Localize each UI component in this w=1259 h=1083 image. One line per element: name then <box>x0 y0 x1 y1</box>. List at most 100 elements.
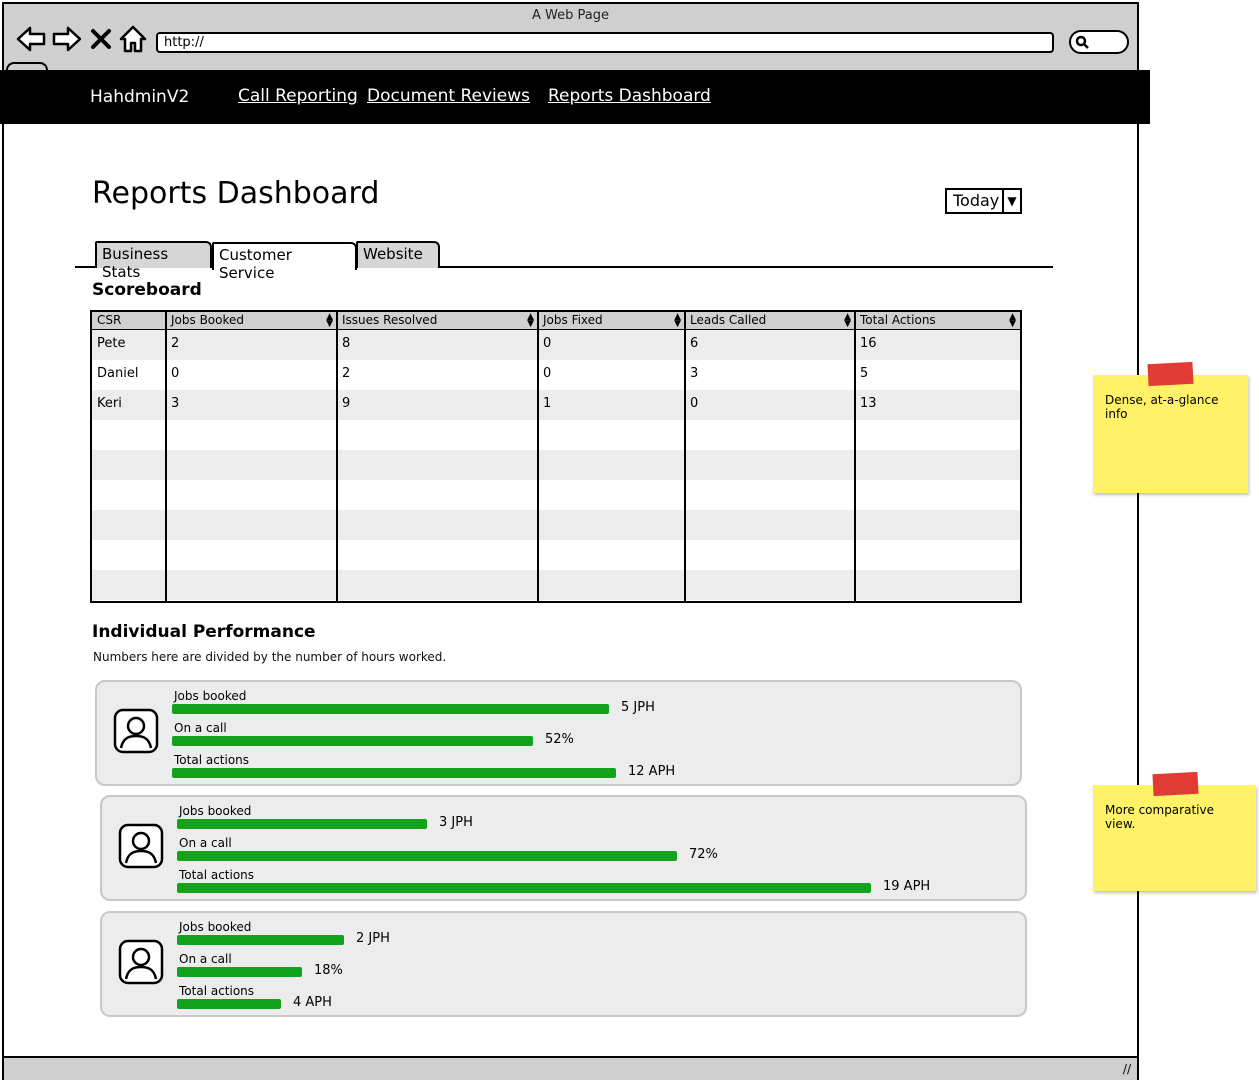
bar-on-a-call <box>177 967 302 977</box>
metric-label-on-a-call: On a call <box>174 721 227 735</box>
user-avatar-icon <box>118 823 164 869</box>
bar-total-actions <box>172 768 616 778</box>
performance-note: Numbers here are divided by the number o… <box>93 650 447 664</box>
stop-x-icon[interactable] <box>88 22 114 56</box>
browser-titlebar: A Web Page http:// <box>4 4 1137 74</box>
value-total-actions: 4 APH <box>293 995 332 1010</box>
performance-card: Jobs booked 2 JPH On a call 18% Total ac… <box>100 911 1027 1017</box>
individual-performance-heading: Individual Performance <box>92 622 316 642</box>
table-row-empty <box>92 450 1020 480</box>
tab-customer-service[interactable]: Customer Service <box>212 242 357 282</box>
column-header-leads-called[interactable]: Leads Called ▲ ▼ <box>685 312 855 330</box>
status-bar: // <box>4 1056 1137 1080</box>
cell-total-actions: 16 <box>860 336 877 351</box>
metric-label-on-a-call: On a call <box>179 952 232 966</box>
metric-label-total-actions: Total actions <box>179 984 255 998</box>
metric-label-jobs-booked: Jobs booked <box>179 920 252 934</box>
value-jobs-booked: 5 JPH <box>621 700 655 715</box>
column-divider <box>684 312 686 601</box>
metric-label-on-a-call: On a call <box>179 836 232 850</box>
home-icon[interactable] <box>116 22 150 56</box>
performance-card: Jobs booked 5 JPH On a call 52% Total ac… <box>95 680 1022 786</box>
date-range-select[interactable]: Today ▼ <box>945 188 1022 214</box>
sort-icon: ▲ ▼ <box>674 312 681 329</box>
column-header-csr[interactable]: CSR <box>92 312 166 330</box>
magnifier-icon <box>1075 34 1089 49</box>
value-total-actions: 12 APH <box>628 764 676 779</box>
brand-logo[interactable]: HahdminV2 <box>90 87 189 107</box>
table-row[interactable]: Daniel 0 2 0 3 5 <box>92 360 1020 390</box>
sticky-note-text: Dense, at-a-glance info <box>1105 393 1219 421</box>
metric-label-total-actions: Total actions <box>179 868 255 882</box>
browser-search-field[interactable] <box>1069 30 1129 54</box>
column-header-label: Jobs Fixed <box>543 313 603 327</box>
date-range-value: Today <box>953 191 1000 210</box>
table-row-empty <box>92 540 1020 570</box>
cell-jobs-booked: 0 <box>171 366 180 381</box>
value-on-a-call: 18% <box>314 963 343 978</box>
nav-link-reports-dashboard[interactable]: Reports Dashboard <box>548 86 711 106</box>
value-on-a-call: 72% <box>689 847 718 862</box>
sort-icon: ▲ ▼ <box>844 312 851 329</box>
table-row-empty <box>92 510 1020 540</box>
cell-csr: Pete <box>97 336 126 351</box>
sort-icon: ▲ ▼ <box>1009 312 1016 329</box>
forward-arrow-icon[interactable] <box>50 22 84 56</box>
column-divider <box>165 312 167 601</box>
cell-leads-called: 3 <box>690 366 699 381</box>
top-navbar: HahdminV2 Call Reporting Document Review… <box>0 70 1150 124</box>
nav-link-document-reviews[interactable]: Document Reviews <box>367 86 530 106</box>
bar-on-a-call <box>177 851 677 861</box>
column-header-jobs-fixed[interactable]: Jobs Fixed ▲ ▼ <box>538 312 685 330</box>
scoreboard-table: CSR Jobs Booked ▲ ▼ Issues Resolved ▲ ▼ Jobs… <box>90 310 1022 603</box>
sticky-note-text: More comparative view. <box>1105 803 1214 831</box>
bar-on-a-call <box>172 736 533 746</box>
table-row-empty <box>92 420 1020 450</box>
value-total-actions: 19 APH <box>883 879 931 894</box>
metric-label-jobs-booked: Jobs booked <box>179 804 252 818</box>
back-arrow-icon[interactable] <box>14 22 48 56</box>
bar-jobs-booked <box>172 704 609 714</box>
nav-link-call-reporting[interactable]: Call Reporting <box>238 86 358 106</box>
table-header: CSR Jobs Booked ▲ ▼ Issues Resolved ▲ ▼ Jobs… <box>92 312 1020 330</box>
table-row[interactable]: Keri 3 9 1 0 13 <box>92 390 1020 420</box>
table-row-empty <box>92 480 1020 510</box>
url-field[interactable]: http:// <box>156 32 1054 53</box>
column-header-label: Issues Resolved <box>342 313 438 327</box>
column-header-label: Jobs Booked <box>171 313 245 327</box>
value-jobs-booked: 3 JPH <box>439 815 473 830</box>
tape-icon <box>1147 361 1194 387</box>
column-header-jobs-booked[interactable]: Jobs Booked ▲ ▼ <box>166 312 337 330</box>
column-divider <box>537 312 539 601</box>
column-divider <box>336 312 338 601</box>
tape-icon <box>1152 771 1199 797</box>
tab-business-stats[interactable]: Business Stats <box>95 241 212 281</box>
bar-jobs-booked <box>177 935 344 945</box>
resize-grip-icon[interactable]: // <box>1123 1062 1131 1076</box>
column-header-label: CSR <box>97 313 122 327</box>
cell-issues-resolved: 2 <box>342 366 351 381</box>
cell-leads-called: 6 <box>690 336 699 351</box>
cell-issues-resolved: 8 <box>342 336 351 351</box>
cell-total-actions: 13 <box>860 396 877 411</box>
cell-jobs-fixed: 1 <box>543 396 552 411</box>
metric-label-total-actions: Total actions <box>174 753 250 767</box>
value-on-a-call: 52% <box>545 732 574 747</box>
column-header-total-actions[interactable]: Total Actions ▲ ▼ <box>855 312 1020 330</box>
cell-jobs-booked: 3 <box>171 396 180 411</box>
cell-jobs-fixed: 0 <box>543 336 552 351</box>
tab-website[interactable]: Website <box>356 241 440 268</box>
scoreboard-heading: Scoreboard <box>92 280 202 300</box>
cell-total-actions: 5 <box>860 366 869 381</box>
cell-csr: Keri <box>97 396 122 411</box>
user-avatar-icon <box>118 939 164 985</box>
sort-icon: ▲ ▼ <box>527 312 534 329</box>
page-title: Reports Dashboard <box>92 176 380 211</box>
column-header-issues-resolved[interactable]: Issues Resolved ▲ ▼ <box>337 312 538 330</box>
table-row-empty <box>92 570 1020 600</box>
table-row[interactable]: Pete 2 8 0 6 16 <box>92 330 1020 360</box>
sticky-note: Dense, at-a-glance info <box>1093 361 1248 493</box>
bar-total-actions <box>177 999 281 1009</box>
cell-jobs-fixed: 0 <box>543 366 552 381</box>
cell-csr: Daniel <box>97 366 139 381</box>
